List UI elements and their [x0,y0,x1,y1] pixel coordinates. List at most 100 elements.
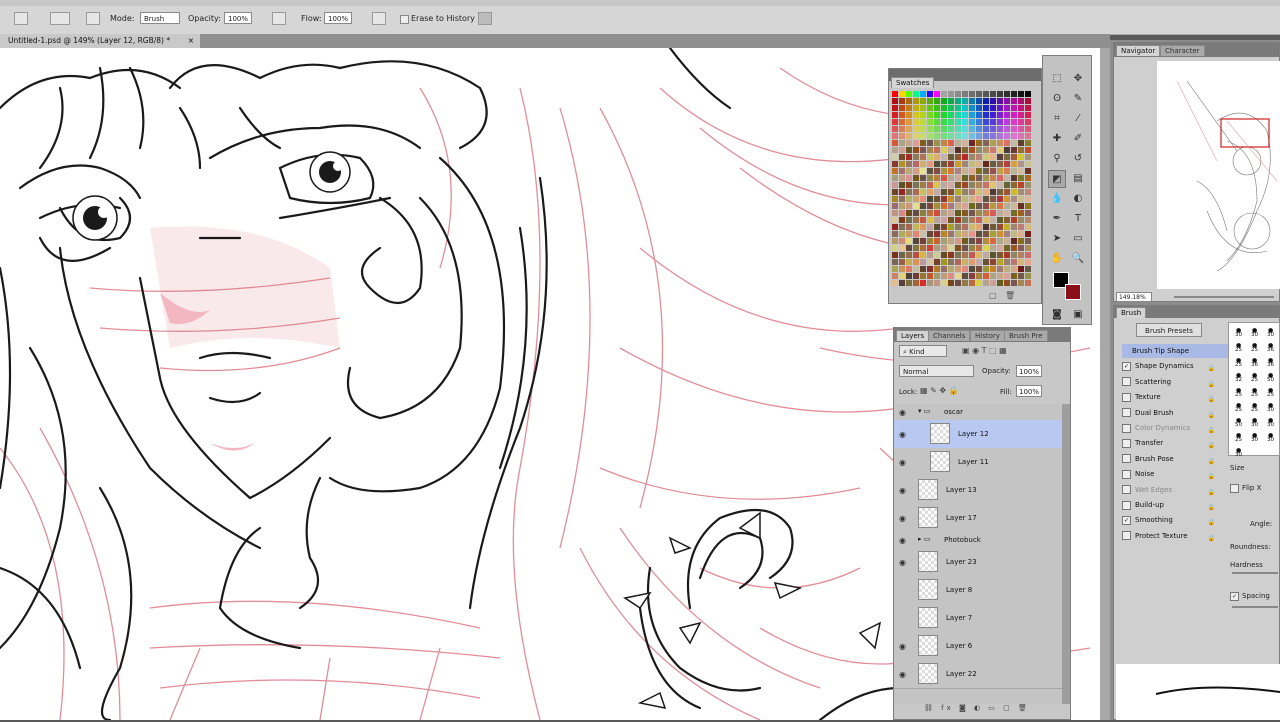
color-swatch[interactable] [997,238,1003,244]
color-swatch[interactable] [990,231,996,237]
color-swatch[interactable] [1018,252,1024,258]
color-swatch[interactable] [1018,161,1024,167]
color-swatch[interactable] [1025,259,1031,265]
color-swatch[interactable] [920,133,926,139]
color-swatch[interactable] [983,182,989,188]
color-swatch[interactable] [899,259,905,265]
color-swatch[interactable] [948,133,954,139]
color-swatch[interactable] [1004,161,1010,167]
color-swatch[interactable] [920,203,926,209]
color-swatch[interactable] [892,259,898,265]
color-swatch[interactable] [983,273,989,279]
color-swatch[interactable] [997,126,1003,132]
color-swatch[interactable] [1025,161,1031,167]
zoom-tool-icon[interactable]: 🔍 [1069,250,1087,268]
background-color-swatch[interactable] [1065,284,1081,300]
color-swatch[interactable] [1004,224,1010,230]
swatch-grid[interactable] [892,91,1032,287]
color-swatch[interactable] [906,154,912,160]
color-swatch[interactable] [906,161,912,167]
color-swatch[interactable] [997,203,1003,209]
color-swatch[interactable] [927,126,933,132]
color-swatch[interactable] [990,98,996,104]
color-swatch[interactable] [1025,175,1031,181]
color-swatch[interactable] [1018,189,1024,195]
color-swatch[interactable] [913,280,919,286]
color-swatch[interactable] [955,231,961,237]
color-swatch[interactable] [934,140,940,146]
color-swatch[interactable] [1018,182,1024,188]
filter-icons[interactable]: ▣ ◉ T ⬚ ▦ [962,346,1007,355]
spacing-slider[interactable] [1232,606,1278,608]
color-swatch[interactable] [913,224,919,230]
color-swatch[interactable] [962,140,968,146]
brush-tip[interactable]: ● 25 [1249,342,1260,353]
vertical-scrollbar[interactable] [1100,48,1110,720]
color-swatch[interactable] [1018,112,1024,118]
color-swatch[interactable] [948,119,954,125]
brush-option-row[interactable]: Scattering 🔒 [1122,375,1220,389]
color-swatch[interactable] [920,175,926,181]
color-swatch[interactable] [927,203,933,209]
color-swatch[interactable] [1018,196,1024,202]
color-swatch[interactable] [934,154,940,160]
color-swatch[interactable] [927,140,933,146]
color-swatch[interactable] [997,245,1003,251]
color-swatch[interactable] [990,238,996,244]
color-swatch[interactable] [990,245,996,251]
color-swatch[interactable] [892,196,898,202]
color-swatch[interactable] [997,273,1003,279]
color-swatch[interactable] [1025,238,1031,244]
color-swatch[interactable] [969,189,975,195]
color-swatch[interactable] [941,161,947,167]
color-swatch[interactable] [962,273,968,279]
color-swatch[interactable] [892,175,898,181]
color-swatch[interactable] [906,266,912,272]
brush-option-row[interactable]: Build-up 🔒 [1122,498,1220,512]
color-swatch[interactable] [948,231,954,237]
zoom-slider[interactable] [1174,296,1274,298]
brush-tip[interactable]: ● 36 [1249,357,1260,368]
color-swatch[interactable] [962,217,968,223]
color-swatch[interactable] [1025,140,1031,146]
color-swatch[interactable] [1011,196,1017,202]
color-swatch[interactable] [983,140,989,146]
color-swatch[interactable] [997,252,1003,258]
color-swatch[interactable] [948,217,954,223]
brush-tip[interactable]: ● 30 [1249,432,1260,443]
color-swatch[interactable] [934,133,940,139]
filter-kind-select[interactable]: ⌕ Kind [899,345,947,357]
color-swatch[interactable] [948,182,954,188]
layer-row[interactable]: ◉ Layer 12 [894,420,1062,449]
color-swatch[interactable] [892,203,898,209]
color-swatch[interactable] [1004,203,1010,209]
color-swatch[interactable] [906,98,912,104]
color-swatch[interactable] [899,245,905,251]
color-swatch[interactable] [941,91,947,97]
color-swatch[interactable] [934,203,940,209]
color-swatch[interactable] [962,189,968,195]
brush-tip[interactable]: ● 25 [1249,402,1260,413]
color-swatch[interactable] [962,231,968,237]
color-swatch[interactable] [934,217,940,223]
color-swatch[interactable] [1018,168,1024,174]
color-swatch[interactable] [1018,245,1024,251]
color-swatch[interactable] [892,182,898,188]
color-swatch[interactable] [1025,126,1031,132]
color-swatch[interactable] [1018,266,1024,272]
mode-select[interactable]: Brush [140,12,180,24]
color-swatch[interactable] [1011,266,1017,272]
color-swatch[interactable] [1018,224,1024,230]
color-swatch[interactable] [983,147,989,153]
color-swatch[interactable] [962,154,968,160]
color-swatch[interactable] [913,217,919,223]
color-swatch[interactable] [1025,196,1031,202]
screen-mode-icon[interactable]: ▣ [1069,306,1087,324]
color-swatch[interactable] [899,252,905,258]
color-swatch[interactable] [1011,105,1017,111]
color-swatch[interactable] [962,119,968,125]
brush-tip[interactable]: ● 36 [1265,342,1276,353]
color-swatch[interactable] [892,154,898,160]
color-swatch[interactable] [976,266,982,272]
color-swatch[interactable] [906,203,912,209]
